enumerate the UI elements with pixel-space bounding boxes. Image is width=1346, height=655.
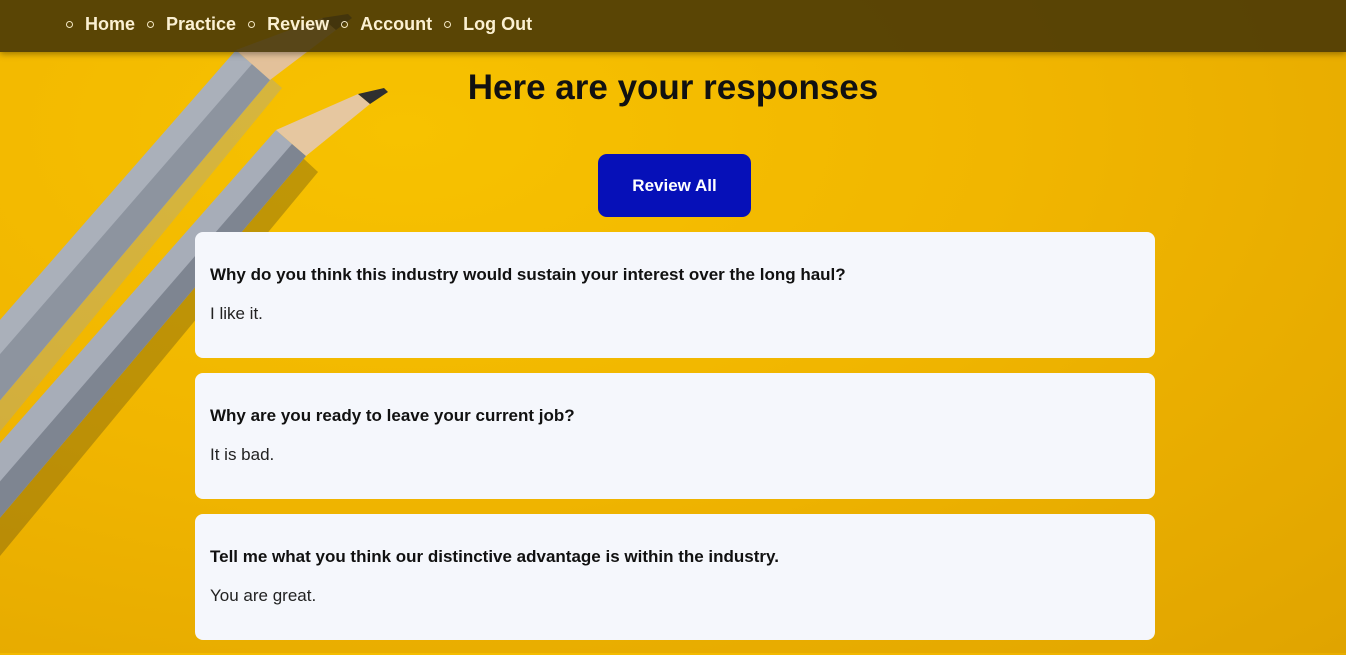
response-answer: It is bad.: [210, 445, 275, 464]
response-answer: I like it.: [210, 304, 263, 323]
nav-item-home: Home: [66, 13, 135, 35]
response-card: Why are you ready to leave your current …: [195, 373, 1155, 499]
nav-item-practice: Practice: [147, 13, 236, 35]
review-all-button[interactable]: Review All: [598, 154, 751, 217]
nav-item-logout: Log Out: [444, 13, 532, 35]
response-question: Why do you think this industry would sus…: [210, 265, 846, 284]
nav-link-practice[interactable]: Practice: [166, 13, 236, 35]
bullet-icon: [147, 20, 155, 28]
nav-item-account: Account: [341, 13, 432, 35]
response-question: Tell me what you think our distinctive a…: [210, 547, 779, 566]
bullet-icon: [248, 20, 256, 28]
response-question: Why are you ready to leave your current …: [210, 406, 575, 425]
response-card: Why do you think this industry would sus…: [195, 232, 1155, 358]
bullet-icon: [341, 20, 349, 28]
bullet-icon: [66, 20, 73, 28]
nav-list: Home Practice Review Account Log Out: [66, 13, 544, 35]
bullet-icon: [444, 20, 452, 28]
nav-link-logout[interactable]: Log Out: [463, 13, 532, 35]
nav-link-review[interactable]: Review: [267, 13, 329, 35]
nav-item-review: Review: [248, 13, 329, 35]
nav-link-home[interactable]: Home: [85, 13, 135, 35]
page-title: Here are your responses: [467, 68, 879, 107]
nav-link-account[interactable]: Account: [360, 13, 432, 35]
responses-list: Why do you think this industry would sus…: [195, 232, 1155, 655]
top-navbar: Home Practice Review Account Log Out: [0, 0, 1346, 52]
response-answer: You are great.: [210, 586, 317, 605]
response-card: Tell me what you think our distinctive a…: [195, 514, 1155, 640]
